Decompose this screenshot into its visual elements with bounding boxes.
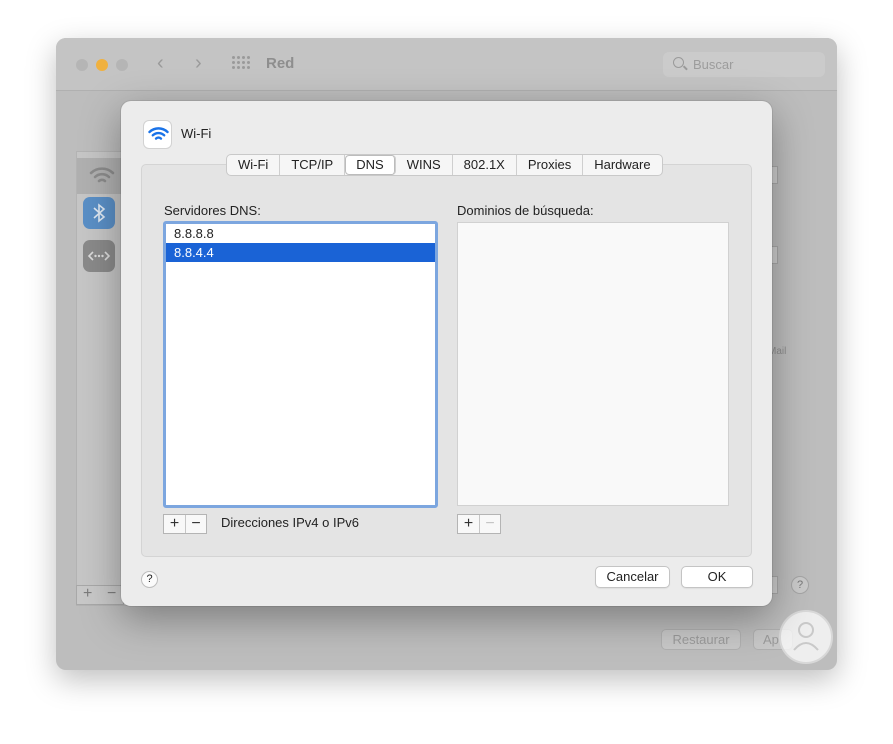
tab-wifi[interactable]: Wi-Fi	[227, 155, 281, 175]
bluetooth-icon	[93, 203, 106, 223]
help-button[interactable]: ?	[141, 571, 158, 588]
tab-proxies[interactable]: Proxies	[517, 155, 584, 175]
dns-server-row[interactable]: 8.8.8.8	[166, 224, 435, 243]
tab-8021x[interactable]: 802.1X	[453, 155, 517, 175]
dns-settings-sheet: Wi-Fi Wi-Fi TCP/IP DNS WINS 802.1X Proxi…	[121, 101, 772, 606]
remove-domain-button[interactable]: −	[479, 515, 500, 533]
bridge-icon	[87, 251, 111, 261]
tab-wins[interactable]: WINS	[396, 155, 453, 175]
tab-tcpip[interactable]: TCP/IP	[280, 155, 346, 175]
remove-service-button[interactable]: −	[107, 585, 116, 603]
cancel-button[interactable]: Cancelar	[595, 566, 670, 588]
search-domains-label: Dominios de búsqueda:	[457, 203, 594, 218]
dns-hint-text: Direcciones IPv4 o IPv6	[221, 515, 360, 530]
service-item-bridge[interactable]	[83, 240, 115, 272]
service-item-wifi[interactable]	[77, 158, 127, 194]
background-help-button[interactable]: ?	[791, 576, 809, 594]
back-arrow-icon[interactable]: ‹	[157, 52, 164, 75]
forward-arrow-icon[interactable]: ›	[195, 52, 202, 75]
dns-servers-list[interactable]: 8.8.8.8 8.8.4.4	[163, 221, 438, 508]
magnifier-icon	[673, 57, 684, 68]
wifi-service-icon	[143, 120, 172, 149]
close-window-button[interactable]	[76, 59, 88, 71]
sheet-title: Wi-Fi	[181, 126, 212, 141]
watermark-logo	[779, 610, 833, 664]
search-placeholder: Buscar	[693, 57, 734, 72]
titlebar: ‹ › Red Buscar	[56, 38, 837, 91]
window-title: Red	[266, 55, 295, 72]
show-all-grid-icon[interactable]	[232, 56, 250, 70]
tab-bar: Wi-Fi TCP/IP DNS WINS 802.1X Proxies Har…	[226, 154, 663, 176]
domain-add-remove-control: + −	[457, 514, 501, 534]
dns-servers-label: Servidores DNS:	[164, 203, 261, 218]
service-item-bluetooth[interactable]	[83, 197, 115, 229]
restore-button[interactable]: Restaurar	[661, 629, 741, 650]
search-domains-list[interactable]	[457, 222, 729, 506]
add-dns-button[interactable]: +	[164, 515, 185, 533]
ok-button[interactable]: OK	[681, 566, 753, 588]
wifi-icon	[89, 167, 115, 183]
minimize-window-button[interactable]	[96, 59, 108, 71]
tab-dns[interactable]: DNS	[345, 155, 396, 175]
dns-server-row-selected[interactable]: 8.8.4.4	[166, 243, 435, 262]
watermark-person-icon	[793, 622, 819, 651]
wifi-icon	[148, 127, 169, 140]
zoom-window-button[interactable]	[116, 59, 128, 71]
dns-add-remove-control: + −	[163, 514, 207, 534]
remove-dns-button[interactable]: −	[185, 515, 206, 533]
add-service-button[interactable]: +	[83, 585, 92, 603]
add-domain-button[interactable]: +	[458, 515, 479, 533]
search-field[interactable]: Buscar	[663, 52, 825, 77]
tab-hardware[interactable]: Hardware	[583, 155, 661, 175]
service-add-remove: + −	[76, 585, 124, 605]
